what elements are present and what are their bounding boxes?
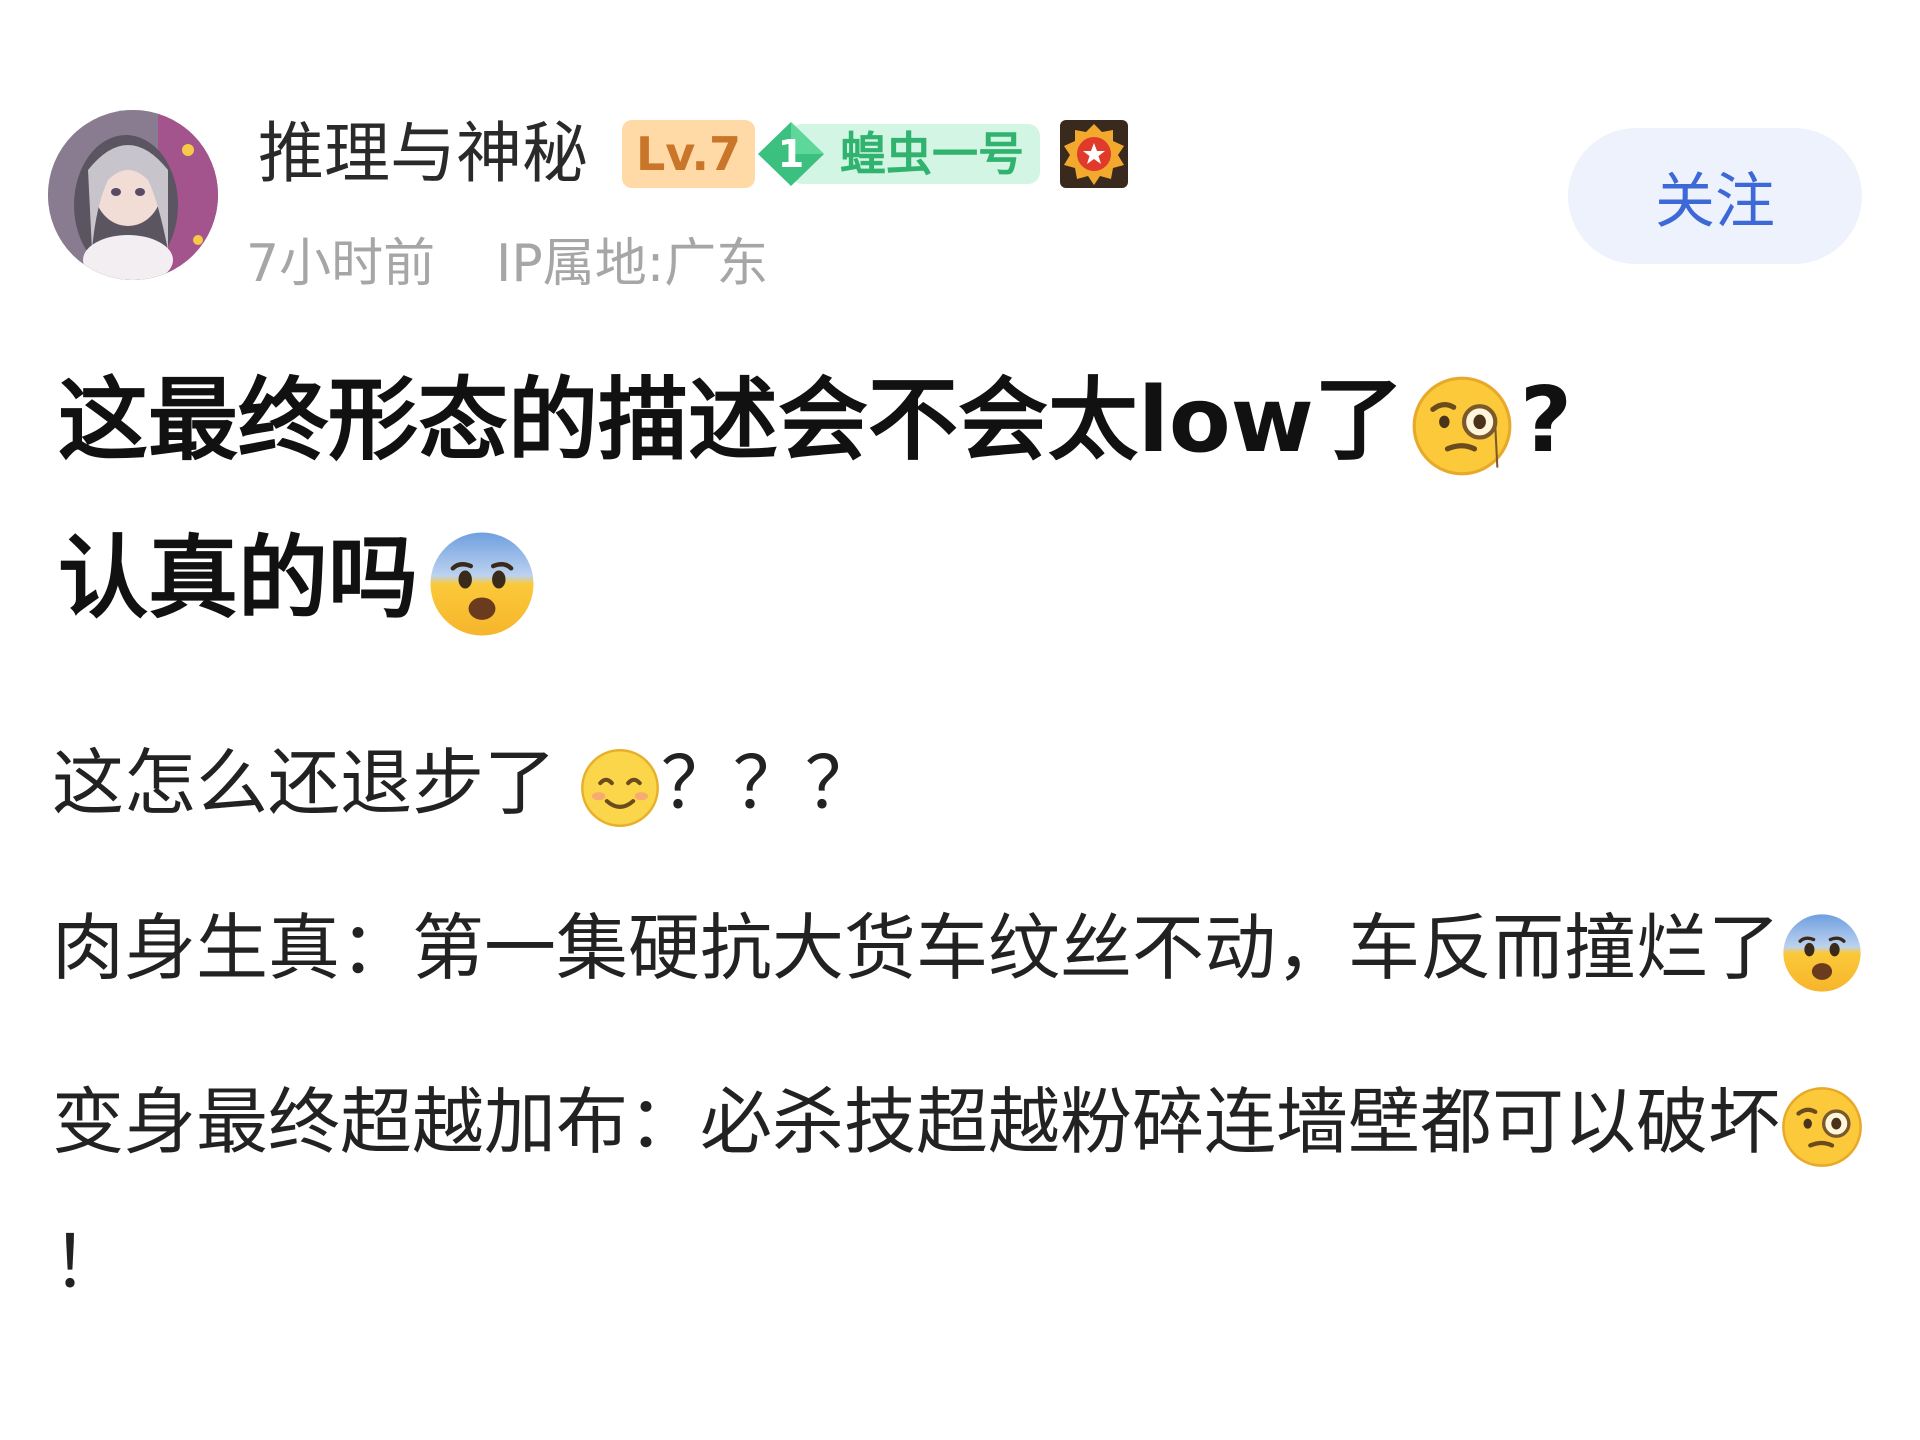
paragraph-3-suffix: ！ bbox=[52, 1220, 125, 1304]
author-name[interactable]: 推理与神秘 bbox=[258, 114, 588, 194]
avatar[interactable] bbox=[48, 110, 218, 280]
paragraph-1: 这怎么还退步了 ？？？ bbox=[52, 728, 1882, 838]
title-badge[interactable]: 1 蝗虫一号 bbox=[752, 120, 1040, 188]
follow-button[interactable]: 关注 bbox=[1568, 128, 1862, 264]
post-body: 这怎么还退步了 ？？？ 肉身生真：第一集硬抗大货车纹丝不动，车反而撞烂了 变身最… bbox=[52, 728, 1882, 1366]
ip-location: IP属地:广东 bbox=[496, 234, 769, 294]
face-with-monocle-emoji bbox=[1410, 374, 1514, 478]
paragraph-1-suffix: ？？？ bbox=[660, 741, 877, 825]
paragraph-2: 肉身生真：第一集硬抗大货车纹丝不动，车反而撞烂了 bbox=[52, 878, 1882, 1018]
title-badge-number: 1 bbox=[777, 132, 805, 176]
red-star-medal-icon[interactable] bbox=[1058, 118, 1130, 190]
post-title-line1: 这最终形态的描述会不会太low了 bbox=[58, 368, 1404, 473]
post-title-question-mark: ? bbox=[1519, 368, 1573, 473]
post-title: 这最终形态的描述会不会太low了 ? 认真的吗 bbox=[58, 342, 1858, 658]
level-badge: Lv.7 bbox=[622, 120, 756, 188]
paragraph-3: 变身最终超越加布：必杀技超越粉碎连墙壁都可以破坏 ！ bbox=[52, 1052, 1882, 1332]
fearful-face-emoji bbox=[1780, 911, 1864, 995]
face-with-monocle-emoji bbox=[1780, 1085, 1864, 1169]
paragraph-1-text: 这怎么还退步了 bbox=[52, 741, 579, 825]
fearful-face-emoji bbox=[426, 528, 538, 640]
paragraph-3-text: 变身最终超越加布：必杀技超越粉碎连墙壁都可以破坏 bbox=[52, 1080, 1781, 1164]
smiling-face-emoji bbox=[579, 747, 661, 829]
title-badge-text: 蝗虫一号 bbox=[840, 127, 1024, 181]
avatar-image bbox=[48, 110, 218, 280]
post-title-line2: 认真的吗 bbox=[58, 526, 418, 631]
post-time: 7小时前 bbox=[246, 234, 436, 294]
paragraph-2-text: 肉身生真：第一集硬抗大货车纹丝不动，车反而撞烂了 bbox=[52, 906, 1781, 990]
post-page: 推理与神秘 Lv.7 1 蝗虫一号 7小时前 IP属地:广东 关注 这最终形态的… bbox=[0, 0, 1920, 1440]
